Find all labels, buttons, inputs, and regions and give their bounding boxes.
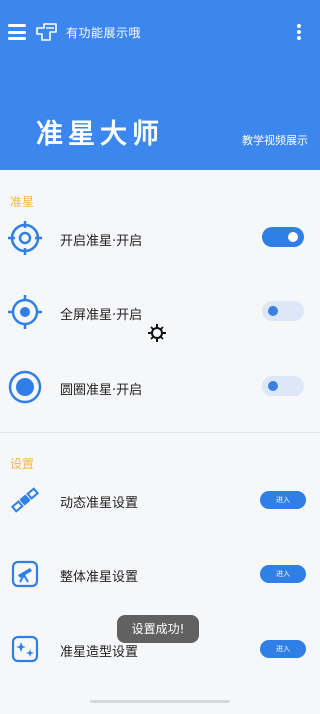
- style-crosshair-enter-button[interactable]: 进入: [260, 640, 306, 658]
- settings-row-overall: 整体准星设置 进入: [0, 544, 320, 604]
- circle-crosshair-toggle[interactable]: [262, 376, 304, 396]
- menu-icon[interactable]: [8, 24, 26, 40]
- crosshair-row-enable: 开启准星·开启: [0, 208, 320, 268]
- section-divider: [0, 432, 320, 433]
- more-options-icon[interactable]: [296, 24, 302, 42]
- settings-row-label: 准星造型设置: [60, 645, 139, 660]
- floating-crosshair-icon: [148, 324, 166, 342]
- circle-crosshair-icon: [8, 370, 42, 404]
- fullscreen-crosshair-toggle[interactable]: [262, 301, 304, 321]
- app-title: 准星大师: [36, 119, 164, 150]
- crosshair-row-label: 圆圈准星·开启: [60, 383, 143, 398]
- settings-row-label: 整体准星设置: [60, 570, 139, 585]
- hand-notice-icon: [36, 23, 57, 41]
- crosshair-enable-toggle[interactable]: [262, 227, 304, 247]
- app-header: 有功能展示哦 准星大师 教学视频展示: [0, 0, 320, 170]
- crosshair-row-circle: 圆圈准星·开启: [0, 357, 320, 417]
- telescope-icon: [11, 560, 39, 588]
- settings-row-label: 动态准星设置: [60, 496, 139, 511]
- app-subtitle: 有功能展示哦: [66, 26, 142, 40]
- satellite-icon: [10, 487, 40, 513]
- settings-row-dynamic: 动态准星设置 进入: [0, 470, 320, 530]
- sparkle-style-icon: [11, 635, 39, 663]
- tutorial-video-link[interactable]: 教学视频展示: [242, 132, 308, 148]
- success-toast: 设置成功!: [117, 615, 199, 643]
- dynamic-crosshair-enter-button[interactable]: 进入: [260, 491, 306, 509]
- fullscreen-crosshair-icon: [8, 295, 42, 329]
- crosshair-row-label: 开启准星·开启: [60, 234, 143, 249]
- gesture-nav-bar[interactable]: [90, 700, 230, 703]
- crosshair-target-icon: [8, 221, 42, 255]
- crosshair-row-label: 全屏准星·开启: [60, 308, 143, 323]
- overall-crosshair-enter-button[interactable]: 进入: [260, 565, 306, 583]
